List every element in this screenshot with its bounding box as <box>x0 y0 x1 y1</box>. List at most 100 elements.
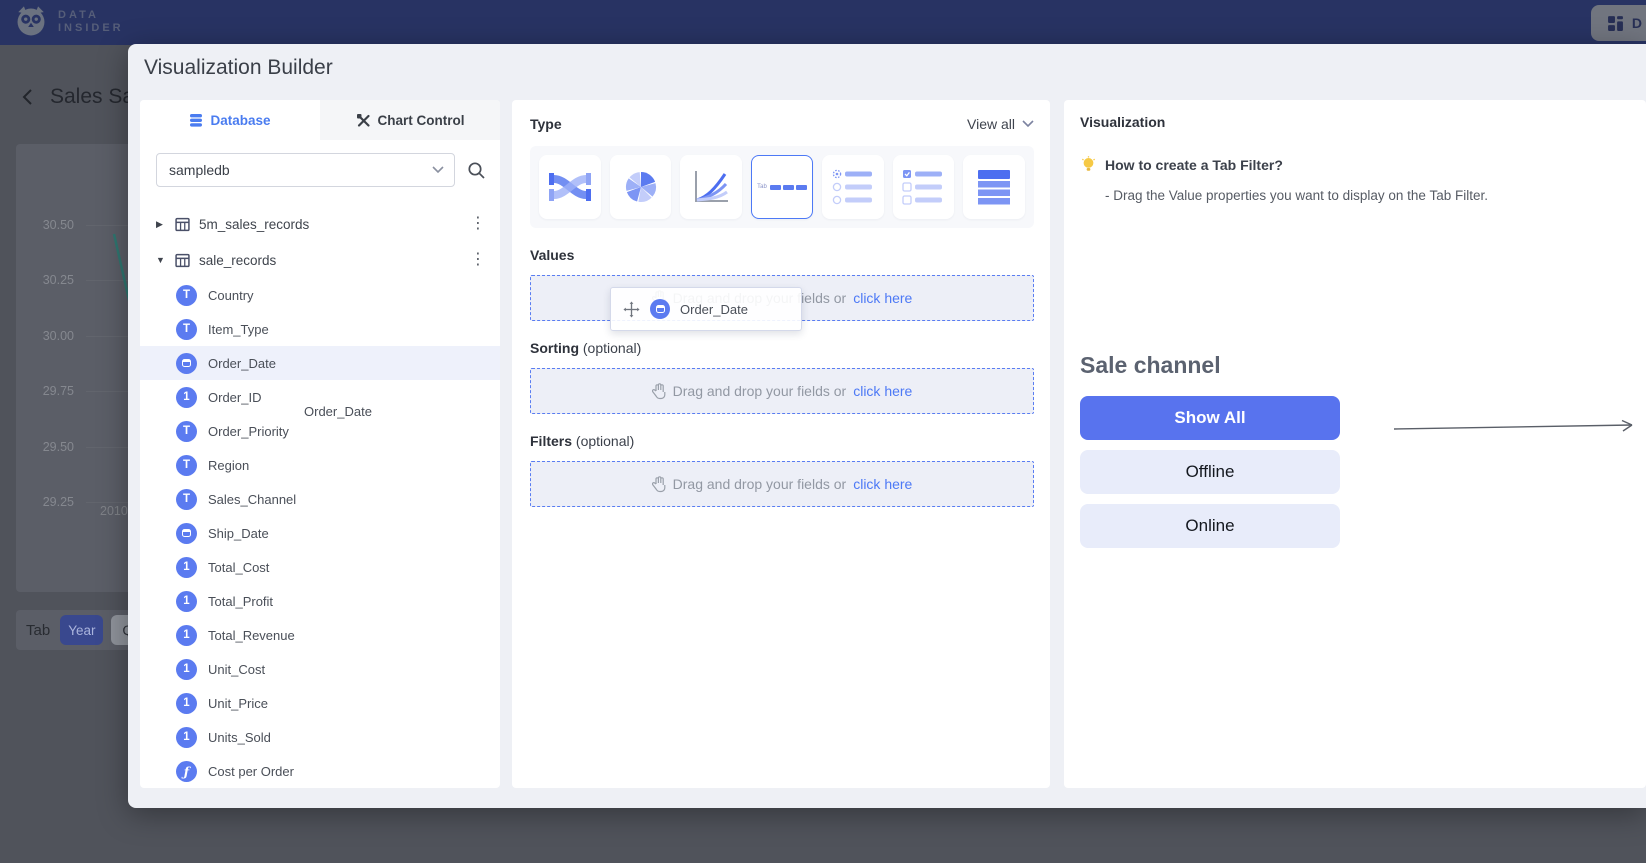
back-chevron-icon[interactable] <box>18 87 38 107</box>
tree-node-sale-records[interactable]: ▼ sale_records ⋮ <box>140 242 500 278</box>
annotation-arrow <box>1394 416 1644 438</box>
type-checkbox-list-icon[interactable] <box>893 155 955 219</box>
tab-database[interactable]: Database <box>140 100 320 140</box>
field-label: Total_Revenue <box>208 628 295 643</box>
tree-node-5m-sales-records[interactable]: ▶ 5m_sales_records ⋮ <box>140 206 500 242</box>
search-icon[interactable] <box>467 161 486 180</box>
field-label: Total_Profit <box>208 594 273 609</box>
field-row[interactable]: 1 Unit_Cost <box>140 652 500 686</box>
date-field-icon <box>176 523 197 544</box>
field-row[interactable]: 1 Total_Profit <box>140 584 500 618</box>
field-label: Sales_Channel <box>208 492 296 507</box>
brand-line1: DATA <box>58 9 124 22</box>
field-row[interactable]: T Region <box>140 448 500 482</box>
database-icon <box>189 113 203 128</box>
tab-chart-control[interactable]: Chart Control <box>320 100 500 140</box>
tab-bar-label: Tab <box>26 622 50 639</box>
number-field-icon: 1 <box>176 557 197 578</box>
visualization-panel: Visualization How to create a Tab Filter… <box>1064 100 1646 788</box>
table-icon <box>175 217 190 232</box>
sorting-section-label: Sorting (optional) <box>530 340 1034 356</box>
field-row[interactable]: TOrder_Priority <box>140 414 500 448</box>
field-row[interactable]: T Country <box>140 278 500 312</box>
kebab-menu-icon[interactable]: ⋮ <box>470 216 486 232</box>
field-label: Ship_Date <box>208 526 269 541</box>
number-field-icon: 1 <box>176 625 197 646</box>
drag-ghost-card: Order_Date <box>610 287 802 331</box>
move-icon <box>623 301 640 318</box>
drag-hand-icon <box>652 383 666 400</box>
number-field-icon: 1 <box>176 387 197 408</box>
database-panel: Database Chart Control <box>140 100 500 788</box>
number-field-icon: 1 <box>176 659 197 680</box>
background-tab-year[interactable]: Year <box>60 615 103 645</box>
preview-button-online[interactable]: Online <box>1080 504 1340 548</box>
database-select[interactable] <box>156 153 455 187</box>
field-row[interactable]: TSales_Channel <box>140 482 500 516</box>
text-field-icon: T <box>176 455 197 476</box>
chart-y-tick: 30.50 <box>28 218 74 232</box>
database-select-input[interactable] <box>169 162 432 178</box>
caret-collapsed-icon[interactable]: ▶ <box>156 219 166 230</box>
chart-y-tick: 29.50 <box>28 440 74 454</box>
field-label: Total_Cost <box>208 560 269 575</box>
dropzone-click-here-link[interactable]: click here <box>853 290 912 306</box>
type-table-icon[interactable] <box>963 155 1025 219</box>
filters-dropzone[interactable]: Drag and drop your fields or click here <box>530 461 1034 507</box>
brand-line2: INSIDER <box>58 22 124 35</box>
field-row[interactable]: Ship_Date <box>140 516 500 550</box>
text-field-icon: T <box>176 319 197 340</box>
function-field-icon: ƒ <box>176 761 197 782</box>
field-label: Order_ID <box>208 390 261 405</box>
kebab-menu-icon[interactable]: ⋮ <box>470 252 486 268</box>
tab-filter-preview: Sale channel Show AllOfflineOnline <box>1080 352 1340 558</box>
date-field-icon <box>650 299 670 319</box>
app-logo[interactable]: DATA INSIDER <box>14 3 124 41</box>
chart-y-tick: 29.25 <box>28 495 74 509</box>
date-field-icon <box>176 353 197 374</box>
field-label: Order_Date <box>208 356 276 371</box>
number-field-icon: 1 <box>176 591 197 612</box>
left-panel-tabs: Database Chart Control <box>140 100 500 140</box>
chevron-down-icon <box>1022 120 1034 128</box>
field-row[interactable]: 1 Total_Revenue <box>140 618 500 652</box>
type-tab-filter-icon[interactable]: Tab <box>751 155 813 219</box>
sorting-dropzone[interactable]: Drag and drop your fields or click here <box>530 368 1034 414</box>
dropzone-click-here-link[interactable]: click here <box>853 383 912 399</box>
preview-button-show-all[interactable]: Show All <box>1080 396 1340 440</box>
preview-button-offline[interactable]: Offline <box>1080 450 1340 494</box>
type-pie-chart-icon[interactable] <box>610 155 672 219</box>
field-row[interactable]: 1Units_Sold <box>140 720 500 754</box>
field-row[interactable]: TItem_Type <box>140 312 500 346</box>
text-field-icon: T <box>176 285 197 306</box>
chart-y-tick: 29.75 <box>28 384 74 398</box>
type-sankey-chart-icon[interactable] <box>539 155 601 219</box>
field-row[interactable]: ƒCost per Order <box>140 754 500 788</box>
drag-ghost-text: Order_Date <box>304 404 372 419</box>
type-line-chart-icon[interactable] <box>680 155 742 219</box>
dropzone-click-here-link[interactable]: click here <box>853 476 912 492</box>
builder-panel: Type View all <box>512 100 1050 788</box>
view-all-button[interactable]: View all <box>967 116 1034 132</box>
type-radio-list-icon[interactable] <box>822 155 884 219</box>
tab-chart-control-label: Chart Control <box>378 113 465 128</box>
field-label: Unit_Cost <box>208 662 265 677</box>
number-field-icon: 1 <box>176 727 197 748</box>
field-row[interactable]: 1 Total_Cost <box>140 550 500 584</box>
tree-node-label: sale_records <box>199 253 276 268</box>
dropzone-text: Drag and drop your fields or <box>673 383 847 399</box>
dashboard-button-label: D <box>1632 15 1642 31</box>
modal-title: Visualization Builder <box>144 56 333 80</box>
field-label: Country <box>208 288 254 303</box>
field-label: Region <box>208 458 249 473</box>
caret-expanded-icon[interactable]: ▼ <box>156 255 166 265</box>
field-row[interactable]: 1Unit_Price <box>140 686 500 720</box>
drag-hand-icon <box>652 476 666 493</box>
dropzone-text: Drag and drop your fields or <box>673 476 847 492</box>
chevron-down-icon <box>432 166 444 174</box>
field-row[interactable]: Order_Date <box>140 346 500 380</box>
type-section-label: Type <box>530 116 562 132</box>
number-field-icon: 1 <box>176 693 197 714</box>
view-all-label: View all <box>967 116 1015 132</box>
dashboard-button[interactable]: D <box>1591 5 1646 41</box>
